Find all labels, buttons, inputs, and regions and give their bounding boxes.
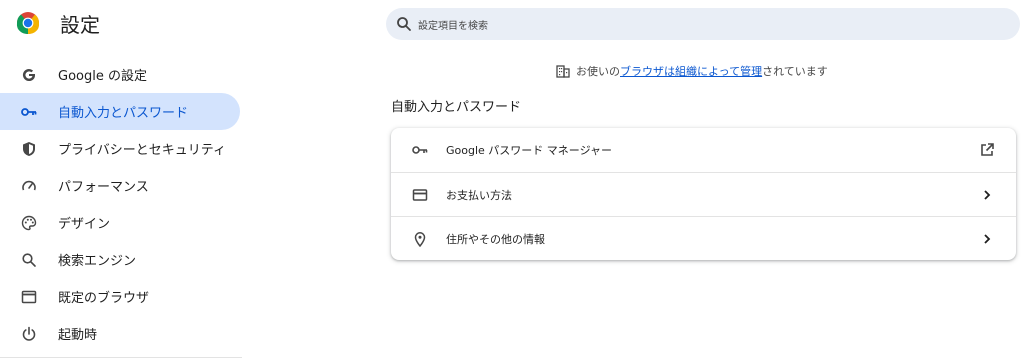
- search-input[interactable]: 設定項目を検索: [386, 8, 1020, 40]
- password-manager-row[interactable]: Google パスワード マネージャー: [391, 128, 1016, 172]
- sidebar-divider: [0, 357, 242, 358]
- shield-icon: [20, 140, 38, 158]
- managed-notice: お使いの ブラウザは組織によって管理 されています: [556, 63, 828, 79]
- sidebar-item-label: プライバシーとセキュリティ: [58, 143, 226, 158]
- section-title: 自動入力とパスワード: [391, 100, 522, 115]
- sidebar: Google の設定 自動入力とパスワード プライバシーとセキュリティ パフォー…: [0, 56, 242, 352]
- autofill-card: Google パスワード マネージャー お支払い方法 住所やその他の情報: [391, 128, 1016, 260]
- managed-notice-link[interactable]: ブラウザは組織によって管理: [620, 63, 762, 79]
- credit-card-icon: [411, 186, 429, 204]
- sidebar-item-on-startup[interactable]: 起動時: [0, 315, 242, 352]
- row-label: 住所やその他の情報: [446, 233, 545, 246]
- key-icon: [411, 141, 429, 159]
- managed-notice-suffix: されています: [762, 65, 828, 78]
- location-pin-icon: [411, 230, 429, 248]
- payment-methods-row[interactable]: お支払い方法: [391, 172, 1016, 217]
- sidebar-item-autofill[interactable]: 自動入力とパスワード: [0, 93, 240, 130]
- sidebar-item-performance[interactable]: パフォーマンス: [0, 167, 242, 204]
- sidebar-item-label: パフォーマンス: [58, 180, 149, 195]
- search-icon: [396, 16, 412, 32]
- sidebar-item-label: 既定のブラウザ: [58, 291, 150, 306]
- row-label: Google パスワード マネージャー: [446, 144, 613, 157]
- sidebar-item-default-browser[interactable]: 既定のブラウザ: [0, 278, 242, 315]
- chrome-logo-icon: [16, 11, 40, 35]
- browser-window-icon: [20, 288, 38, 306]
- power-icon: [20, 325, 38, 343]
- sidebar-item-label: デザイン: [58, 217, 111, 232]
- building-icon: [556, 64, 570, 78]
- addresses-row[interactable]: 住所やその他の情報: [391, 216, 1016, 261]
- sidebar-item-search-engine[interactable]: 検索エンジン: [0, 241, 242, 278]
- google-g-icon: [20, 66, 38, 84]
- open-in-new-icon[interactable]: [978, 141, 996, 159]
- sidebar-item-google-settings[interactable]: Google の設定: [0, 56, 242, 93]
- chevron-right-icon: [978, 230, 996, 248]
- sidebar-item-label: 検索エンジン: [58, 254, 137, 269]
- sidebar-item-label: Google の設定: [58, 69, 147, 84]
- sidebar-item-appearance[interactable]: デザイン: [0, 204, 242, 241]
- speedometer-icon: [20, 177, 38, 195]
- chevron-right-icon: [978, 186, 996, 204]
- sidebar-item-label: 自動入力とパスワード: [58, 106, 189, 121]
- app-title: 設定: [60, 13, 100, 37]
- search-icon: [20, 251, 38, 269]
- managed-notice-prefix: お使いの: [576, 65, 620, 78]
- search-placeholder: 設定項目を検索: [418, 21, 488, 32]
- sidebar-item-privacy[interactable]: プライバシーとセキュリティ: [0, 130, 242, 167]
- sidebar-item-label: 起動時: [58, 328, 98, 343]
- key-icon: [20, 103, 38, 121]
- palette-icon: [20, 214, 38, 232]
- row-label: お支払い方法: [446, 189, 512, 202]
